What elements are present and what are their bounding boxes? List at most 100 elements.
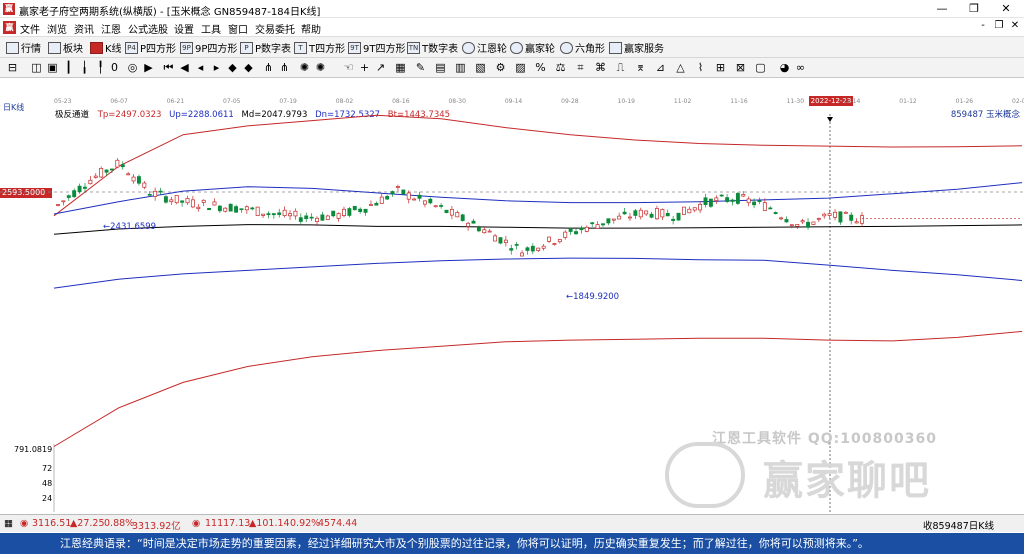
toolbar-9t-square-button[interactable]: 9T 9T四方形 [348, 40, 405, 55]
sh-index-change: ▲27.25 [70, 518, 105, 529]
toolbar-label: T四方形 [309, 44, 346, 55]
menu-bar: 赢 文件 浏览 资讯 江恩 公式选股 设置 工具 窗口 交易委托 帮助 - ❐ … [0, 18, 1024, 37]
percent-icon[interactable]: % [534, 61, 547, 74]
scale-icon[interactable]: ⚖ [554, 61, 567, 74]
tool-b-icon[interactable]: ⌘ [594, 61, 607, 74]
color-wheel-icon[interactable]: ◕ [778, 61, 791, 74]
shape-icon[interactable]: ◫ [30, 61, 43, 74]
fork-icon[interactable]: ⋔ [262, 61, 275, 74]
menu-file[interactable]: 文件 [20, 21, 40, 36]
toolbar-label: 板块 [63, 44, 83, 55]
grid-icon[interactable]: ▦ [394, 61, 407, 74]
tool-g-icon[interactable]: ⌇ [694, 61, 707, 74]
status-grid-icon[interactable]: ▦ [4, 518, 13, 529]
zoom-icon[interactable]: ◎ [126, 61, 139, 74]
cursor-price-label: 2593.5000 [0, 188, 52, 198]
calculator-icon[interactable]: ▤ [434, 61, 447, 74]
mdi-restore-button[interactable]: ❐ [992, 20, 1006, 31]
toolbar-t-table-button[interactable]: TN T数字表 [407, 40, 458, 55]
first-icon[interactable]: ⏮ [162, 61, 175, 74]
close-button[interactable]: ✕ [990, 0, 1022, 18]
tool-i-icon[interactable]: ⊠ [734, 61, 747, 74]
flag-icon[interactable]: ▶ [142, 61, 155, 74]
zero-icon[interactable]: 0 [108, 61, 121, 74]
candle2-icon[interactable]: ╽ [78, 61, 91, 74]
candle-icon[interactable]: ┃ [62, 61, 75, 74]
app-logo-icon: 赢 [3, 3, 15, 15]
arrow-icon[interactable]: ↗ [374, 61, 387, 74]
shape2-icon[interactable]: ▣ [46, 61, 59, 74]
toolbar-kline-button[interactable]: K线 [90, 40, 122, 55]
menu-gann[interactable]: 江恩 [101, 21, 121, 36]
gear-tool-icon[interactable]: ✺ [298, 61, 311, 74]
prev-icon[interactable]: ◀ [178, 61, 191, 74]
toolbar-p-square-button[interactable]: P4 P四方形 [125, 40, 176, 55]
mdi-close-button[interactable]: ✕ [1008, 20, 1022, 31]
drawing-mode-icon[interactable]: ⊟ [6, 61, 19, 74]
toolbar-hexagon-button[interactable]: 六角形 [560, 40, 605, 55]
tool-d-icon[interactable]: ⌆ [634, 61, 647, 74]
watermark-logo: 赢家聊吧 [665, 440, 965, 510]
toolbar-9p-square-button[interactable]: 9P 9P四方形 [180, 40, 237, 55]
menu-formula-screening[interactable]: 公式选股 [128, 21, 168, 36]
sz-index-icon: ◉ [192, 518, 201, 529]
menu-help[interactable]: 帮助 [301, 21, 321, 36]
gear-tool2-icon[interactable]: ✺ [314, 61, 327, 74]
indicator-bt: Bt=1443.7345 [387, 110, 451, 120]
t4-icon: T [294, 41, 307, 54]
sz-index-value[interactable]: 11117.13 [205, 518, 250, 529]
crosshair-icon[interactable]: + [358, 61, 371, 74]
menu-tools[interactable]: 工具 [201, 21, 221, 36]
menu-window[interactable]: 窗口 [228, 21, 248, 36]
indicator-tp: Tp=2497.0323 [97, 110, 162, 120]
gann-quote: 江恩经典语录：“时间是决定市场走势的重要因素，经过详细研究大市及个别股票的过往记… [60, 537, 869, 550]
kline-icon [90, 41, 103, 54]
window-title: 赢家老子府空两期系统(纵横版) - [玉米概念 GN859487-184日K线] [19, 7, 321, 18]
minimize-button[interactable]: — [926, 0, 958, 18]
save-icon[interactable]: ▥ [454, 61, 467, 74]
menu-browse[interactable]: 浏览 [47, 21, 67, 36]
tool-h-icon[interactable]: ⊞ [714, 61, 727, 74]
tool-f-icon[interactable]: △ [674, 61, 687, 74]
left-icon[interactable]: ◂ [194, 61, 207, 74]
menu-settings[interactable]: 设置 [174, 21, 194, 36]
toolbar-quotes-button[interactable]: 行情 [6, 40, 41, 55]
p4-icon: P4 [125, 41, 138, 54]
diamond2-icon[interactable]: ◆ [242, 61, 255, 74]
sz-index-pct: 0.92% [290, 518, 321, 529]
bar-icon[interactable]: ╿ [94, 61, 107, 74]
tool-j-icon[interactable]: ▢ [754, 61, 767, 74]
tools-icon[interactable]: ⚙ [494, 61, 507, 74]
infinity-icon[interactable]: ∞ [794, 61, 807, 74]
diamond1-icon[interactable]: ◆ [226, 61, 239, 74]
picture-icon[interactable]: ▧ [474, 61, 487, 74]
right-icon[interactable]: ▸ [210, 61, 223, 74]
toolbar-p-table-button[interactable]: P P数字表 [240, 40, 291, 55]
toolbar-service-button[interactable]: 赢家服务 [609, 40, 664, 55]
mdi-minimize-button[interactable]: - [976, 20, 990, 31]
tool-a-icon[interactable]: ⌗ [574, 61, 587, 74]
tool-e-icon[interactable]: ⊿ [654, 61, 667, 74]
toolbar-winner-wheel-button[interactable]: 赢家轮 [510, 40, 555, 55]
sh-index-value[interactable]: 3116.51 [32, 518, 71, 529]
toolbar-gann-wheel-button[interactable]: 江恩轮 [462, 40, 507, 55]
9t-icon: 9T [348, 41, 361, 54]
service-icon [609, 41, 622, 54]
toolbar-sectors-button[interactable]: 板块 [48, 40, 83, 55]
restore-button[interactable]: ❐ [958, 0, 990, 18]
wheel2-icon [510, 41, 523, 54]
watermark-circle-icon [665, 442, 745, 508]
ruler-icon[interactable]: ✎ [414, 61, 427, 74]
toolbar-t-square-button[interactable]: T T四方形 [294, 40, 345, 55]
camera-icon[interactable]: ▨ [514, 61, 527, 74]
menu-news[interactable]: 资讯 [74, 21, 94, 36]
tool-c-icon[interactable]: ⎍ [614, 61, 627, 74]
fork2-icon[interactable]: ⋔ [278, 61, 291, 74]
menu-trade[interactable]: 交易委托 [255, 21, 295, 36]
toolbar-label: 赢家服务 [624, 44, 664, 55]
security-code: 859487 玉米概念 [950, 110, 1020, 120]
indicator-values: 极反通道 Tp=2497.0323 Up=2288.0611 Md=2047.9… [55, 108, 450, 120]
tn-icon: TN [407, 41, 420, 54]
indicator-name: 极反通道 [55, 110, 90, 120]
hand-icon[interactable]: ☜ [342, 61, 355, 74]
